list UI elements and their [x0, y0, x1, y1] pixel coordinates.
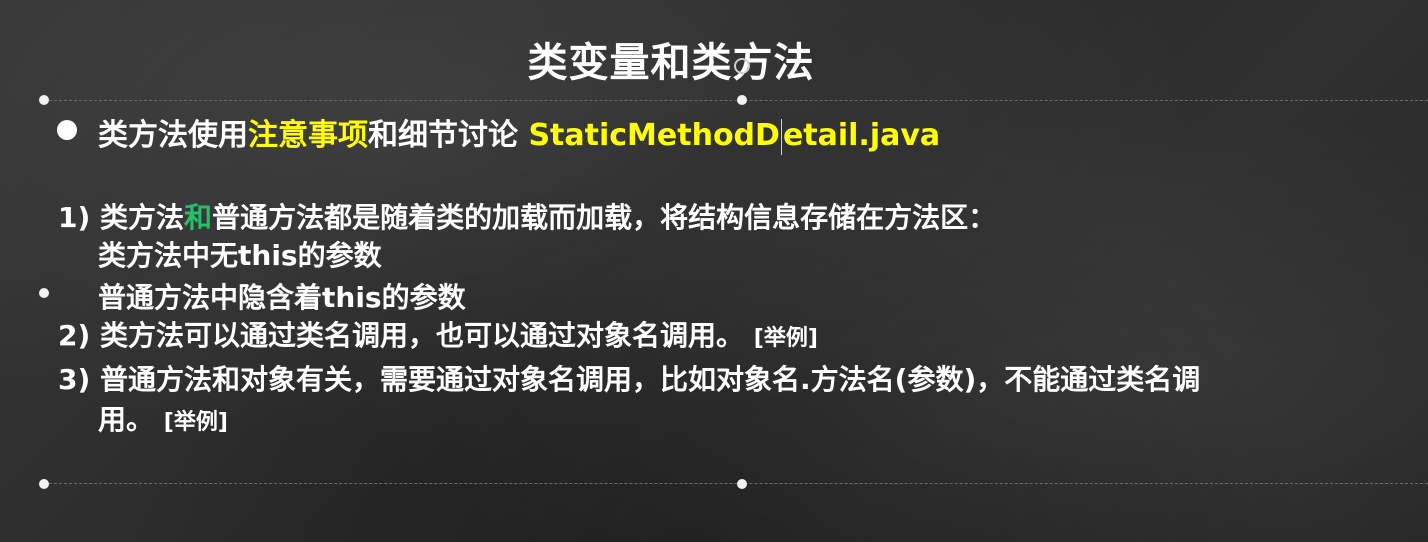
heading-highlight: 注意事项	[248, 118, 368, 153]
item-2-text: 类方法可以通过类名调用，也可以通过对象名调用。	[100, 319, 745, 352]
item-3-line-1[interactable]: 3) 普通方法和对象有关，需要通过对象名调用，比如对象名.方法名(参数)，不能通…	[58, 362, 1200, 398]
resize-handle-top-left[interactable]	[39, 95, 49, 105]
resize-handle-bottom-left[interactable]	[39, 479, 49, 489]
item-1-text-b: 普通方法都是随着类的加载而加载，将结构信息存储在方法区：	[212, 201, 997, 234]
item-1-subline-2[interactable]: 普通方法中隐含着this的参数	[98, 280, 466, 316]
text-cursor	[780, 118, 782, 155]
item-1-text-a: 类方法	[100, 201, 185, 234]
item-3-example: [举例]	[163, 410, 228, 435]
item-3-number: 3)	[58, 363, 91, 396]
item-3-text: 普通方法和对象有关，需要通过对象名调用，比如对象名.方法名(参数)，不能通过类名…	[100, 363, 1201, 396]
resize-handle-top-middle[interactable]	[737, 95, 747, 105]
rotation-handle[interactable]	[734, 58, 750, 74]
item-3-line-2[interactable]: 用。 [举例]	[98, 402, 228, 441]
item-1-subline-1[interactable]: 类方法中无this的参数	[98, 238, 382, 274]
slide-title: 类变量和类方法	[527, 40, 815, 86]
bullet-dot	[57, 120, 77, 140]
item-1-highlight: 和	[184, 201, 213, 234]
item-1-number: 1)	[58, 201, 91, 234]
heading-text-1: 类方法使用	[98, 118, 248, 153]
item-1-line[interactable]: 1) 类方法和普通方法都是随着类的加载而加载，将结构信息存储在方法区：	[58, 200, 996, 236]
heading-text-2: 和细节讨论	[368, 118, 518, 153]
resize-handle-bottom-middle[interactable]	[737, 479, 747, 489]
item-2-example: [举例]	[753, 326, 818, 351]
presentation-slide: 类变量和类方法 类方法使用注意事项和细节讨论 StaticMethodD etai…	[0, 0, 1428, 542]
bullet-heading[interactable]: 类方法使用注意事项和细节讨论 StaticMethodD etail.java	[98, 110, 940, 155]
item-2-number: 2)	[58, 319, 91, 352]
heading-filename: StaticMethodD etail.java	[528, 118, 941, 155]
resize-handle-middle-left[interactable]	[39, 288, 49, 298]
item-2-line[interactable]: 2) 类方法可以通过类名调用，也可以通过对象名调用。 [举例]	[58, 318, 818, 357]
item-3-text-2: 用。	[98, 403, 155, 436]
